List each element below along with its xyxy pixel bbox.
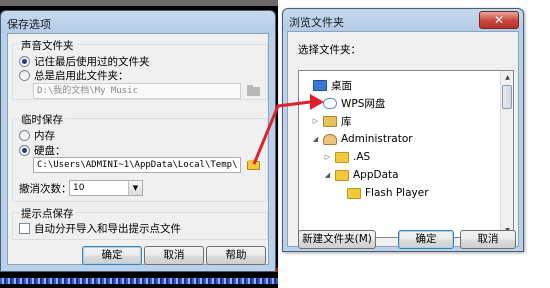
browse-folder-dialog: 浏览文件夹 ✕ 选择文件夹： 桌面 WPS网盘 ▷ 库 ◢ Administra… [282, 8, 524, 252]
temp-folder-path-field[interactable]: C:\Users\ADMINI~1\AppData\Local\Temp\ [33, 157, 241, 173]
save-options-dialog: 保存选项 声音文件夹 记住最后使用过的文件夹 总是启用此文件夹： D:\我的文档… [0, 10, 276, 272]
temp-save-group: 临时保存 内存 硬盘： C:\Users\ADMINI~1\AppData\Lo… [12, 112, 268, 202]
tree-item-label: AppData [353, 169, 399, 181]
desktop-icon [313, 79, 327, 91]
folder-icon [246, 84, 260, 96]
cloud-icon [323, 97, 337, 109]
folder-icon [347, 187, 361, 199]
cue-save-group: 提示点保存 自动分开导入和导出提示点文件 [12, 206, 268, 240]
temp-folder-browse-button[interactable] [245, 158, 261, 172]
folder-tree[interactable]: 桌面 WPS网盘 ▷ 库 ◢ Administrator ▷ .AS ◢ App… [298, 70, 514, 238]
radio-indicator [19, 70, 30, 81]
tree-item-desktop[interactable]: 桌面 [301, 77, 501, 93]
tree-item-label: .AS [353, 151, 371, 163]
select-folder-prompt: 选择文件夹： [298, 44, 361, 56]
radio-indicator-selected [19, 56, 30, 67]
chevron-down-icon[interactable]: ▼ [128, 181, 142, 195]
tree-item-wps-cloud[interactable]: WPS网盘 [311, 95, 501, 111]
save-ok-button[interactable]: 确定 [82, 246, 142, 265]
memory-radio[interactable]: 内存 [19, 128, 55, 143]
expand-arrow-icon[interactable]: ▷ [311, 117, 320, 125]
expand-arrow-icon[interactable]: ▷ [323, 153, 332, 161]
undo-count-value: 10 [73, 183, 85, 193]
collapse-arrow-icon[interactable]: ◢ [323, 171, 332, 179]
browse-cancel-button[interactable]: 取消 [460, 230, 516, 249]
new-folder-button[interactable]: 新建文件夹(M) [298, 230, 376, 249]
tree-item-appdata[interactable]: ◢ AppData [323, 167, 501, 183]
auto-split-cue-label: 自动分开导入和导出提示点文件 [34, 223, 181, 235]
memory-label: 内存 [34, 130, 55, 142]
tree-item-label: Flash Player [365, 187, 429, 199]
save-cancel-button[interactable]: 取消 [144, 246, 204, 265]
tree-item-administrator[interactable]: ◢ Administrator [311, 131, 501, 147]
browse-ok-button[interactable]: 确定 [398, 230, 454, 249]
always-use-folder-radio[interactable]: 总是启用此文件夹： [19, 68, 129, 83]
sound-folder-browse-button[interactable] [245, 84, 261, 98]
tree-item-label: 桌面 [331, 79, 352, 92]
timeline-ruler [0, 0, 288, 6]
checkbox-indicator [19, 223, 30, 234]
save-options-title: 保存选项 [7, 18, 51, 31]
tree-item-label: Administrator [341, 133, 413, 145]
tree-item-as-folder[interactable]: ▷ .AS [323, 149, 501, 165]
sound-folder-path-field[interactable]: D:\我的文档\My Music [33, 83, 241, 99]
browse-folder-titlebar[interactable]: 浏览文件夹 ✕ [283, 9, 523, 31]
radio-indicator-selected [19, 145, 30, 156]
browse-folder-close-button[interactable]: ✕ [479, 11, 519, 29]
save-options-titlebar[interactable]: 保存选项 [1, 11, 275, 33]
tree-scrollbar[interactable]: ▲ ▼ [500, 71, 513, 237]
close-icon: ✕ [493, 13, 505, 27]
radio-indicator [19, 130, 30, 141]
tree-item-label: 库 [341, 115, 352, 128]
save-options-body: 声音文件夹 记住最后使用过的文件夹 总是启用此文件夹： D:\我的文档\My M… [7, 33, 269, 265]
folder-icon [335, 151, 349, 163]
scroll-thumb[interactable] [502, 85, 512, 109]
library-icon [323, 115, 337, 127]
collapse-arrow-icon[interactable]: ◢ [311, 135, 320, 143]
browse-folder-body: 选择文件夹： 桌面 WPS网盘 ▷ 库 ◢ Administrator ▷ .A… [287, 31, 519, 249]
scroll-up-icon[interactable]: ▲ [501, 71, 513, 84]
always-use-folder-label: 总是启用此文件夹： [34, 70, 129, 82]
sound-folder-group: 声音文件夹 记住最后使用过的文件夹 总是启用此文件夹： D:\我的文档\My M… [12, 38, 268, 100]
folder-open-icon [246, 159, 260, 170]
cue-save-group-title: 提示点保存 [19, 206, 76, 221]
tree-item-label: WPS网盘 [341, 97, 386, 110]
remember-last-folder-label: 记住最后使用过的文件夹 [34, 56, 150, 68]
auto-split-cue-checkbox[interactable]: 自动分开导入和导出提示点文件 [19, 221, 181, 236]
save-help-button[interactable]: 帮助 [206, 246, 266, 265]
browse-folder-title: 浏览文件夹 [289, 16, 344, 29]
remember-last-folder-radio[interactable]: 记住最后使用过的文件夹 [19, 54, 150, 69]
tree-item-library[interactable]: ▷ 库 [311, 113, 501, 129]
waveform-blue-track [0, 278, 288, 284]
undo-count-label: 撤消次数： [19, 183, 72, 195]
undo-count-select[interactable]: 10 ▼ [69, 180, 143, 196]
tree-item-flash-player[interactable]: Flash Player [335, 185, 501, 201]
disk-label: 硬盘： [34, 145, 66, 157]
sound-folder-group-title: 声音文件夹 [19, 38, 76, 53]
user-icon [323, 133, 337, 145]
disk-radio[interactable]: 硬盘： [19, 143, 66, 158]
folder-icon [335, 169, 349, 181]
temp-save-group-title: 临时保存 [19, 112, 65, 127]
